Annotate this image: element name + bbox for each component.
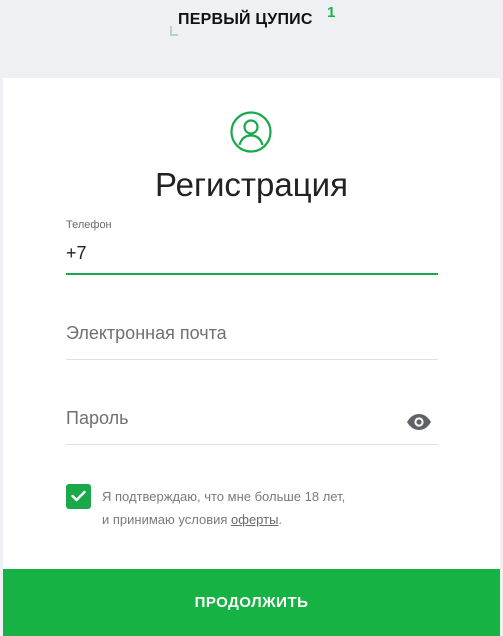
registration-page: ПЕРВЫЙ ЦУПИС 1 Регистрация Телефон +7 Эл… bbox=[0, 0, 503, 636]
brand-logo: ПЕРВЫЙ ЦУПИС 1 bbox=[0, 4, 503, 40]
agreement-text: Я подтверждаю, что мне больше 18 лет, и … bbox=[102, 485, 432, 531]
continue-button[interactable]: ПРОДОЛЖИТЬ bbox=[3, 569, 500, 636]
password-input[interactable] bbox=[66, 408, 396, 429]
checkmark-icon bbox=[71, 490, 86, 502]
logo-corner-mark bbox=[170, 26, 178, 36]
registration-card: Регистрация Телефон Я подтверждаю, bbox=[3, 78, 500, 636]
logo-text: ПЕРВЫЙ ЦУПИС bbox=[178, 11, 313, 28]
agreement-line2: и принимаю условия bbox=[102, 512, 232, 527]
phone-field: Телефон bbox=[66, 219, 438, 275]
age-agreement: Я подтверждаю, что мне больше 18 лет, и … bbox=[66, 481, 446, 531]
agreement-period: . bbox=[278, 512, 283, 527]
offer-link[interactable]: оферты bbox=[231, 512, 278, 527]
eye-icon[interactable] bbox=[406, 413, 432, 431]
page-title: Регистрация bbox=[155, 166, 348, 203]
agreement-line1: Я подтверждаю, что мне больше 18 лет, bbox=[102, 489, 346, 504]
user-avatar-icon bbox=[230, 111, 272, 153]
email-field bbox=[66, 314, 438, 360]
agreement-checkbox[interactable] bbox=[66, 484, 91, 509]
password-field bbox=[66, 399, 438, 445]
phone-label: Телефон bbox=[66, 219, 112, 231]
phone-input[interactable] bbox=[66, 243, 406, 264]
email-input[interactable] bbox=[66, 323, 396, 344]
logo-superscript: 1 bbox=[327, 4, 336, 21]
